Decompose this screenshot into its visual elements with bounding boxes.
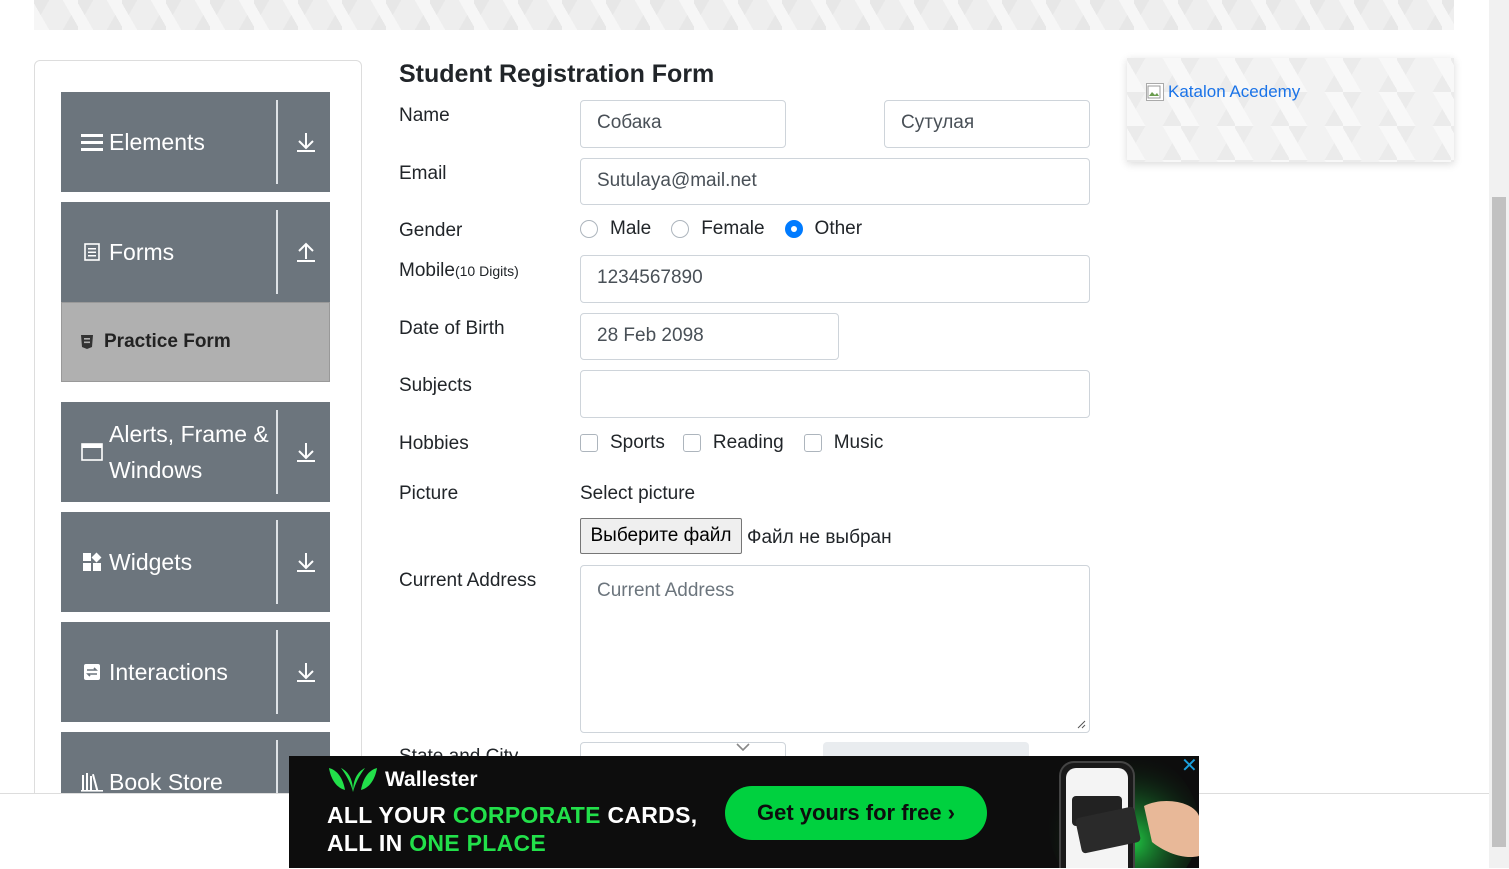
katalon-ad-image[interactable]: Katalon Acedemy: [1146, 82, 1300, 102]
gender-male-radio[interactable]: [580, 220, 598, 238]
close-icon[interactable]: ✕: [1181, 756, 1198, 776]
hobbies-label: Hobbies: [399, 433, 469, 454]
ad-text: CARDS,: [600, 802, 698, 828]
window-icon: [81, 441, 103, 463]
vertical-scrollbar[interactable]: [1489, 0, 1509, 868]
current-address-label: Current Address: [399, 570, 537, 591]
divider: [276, 630, 278, 714]
ad-headline-line2: ALL IN ONE PLACE: [327, 830, 546, 857]
side-ad-banner[interactable]: Katalon Acedemy: [1127, 58, 1454, 162]
hobby-music-checkbox[interactable]: [803, 434, 822, 452]
ad-text: ALL IN: [327, 830, 410, 856]
gender-female-label[interactable]: Female: [701, 218, 764, 240]
hobby-sports-checkbox[interactable]: [580, 434, 598, 452]
hobbies-checkbox-group: Sports Reading Music: [580, 432, 883, 454]
current-address-placeholder: Current Address: [597, 580, 735, 601]
sidebar-group-label: Alerts, Frame & Windows: [109, 421, 269, 483]
arrow-down-icon[interactable]: [294, 440, 318, 464]
sidebar-group-label: Elements: [109, 129, 205, 155]
sidebar-group-label: Interactions: [109, 659, 228, 685]
ad-cta-button[interactable]: Get yours for free ›: [725, 786, 987, 840]
sidebar-group-forms[interactable]: Forms: [61, 202, 330, 302]
select-picture-label: Select picture: [580, 483, 696, 504]
choose-file-button[interactable]: Выберите файл: [580, 518, 742, 554]
sidebar-group-elements[interactable]: Elements: [61, 92, 330, 192]
email-input[interactable]: Sutulaya@mail.net: [580, 158, 1090, 205]
ad-headline-line1: ALL YOUR CORPORATE CARDS,: [327, 802, 697, 829]
divider: [276, 410, 278, 494]
hobby-sports-label[interactable]: Sports: [610, 432, 665, 454]
interactions-icon: [81, 661, 103, 683]
divider: [276, 520, 278, 604]
subjects-label: Subjects: [399, 375, 472, 396]
sidebar-group-alerts[interactable]: Alerts, Frame & Windows: [61, 402, 330, 502]
sidebar: Elements Forms Practice Form Alerts, Fra…: [34, 60, 362, 822]
chevron-down-icon: [736, 743, 750, 752]
mobile-input[interactable]: 1234567890: [580, 255, 1090, 303]
katalon-ad-alt-text[interactable]: Katalon Acedemy: [1168, 82, 1300, 102]
books-icon: [81, 771, 103, 793]
gender-female-radio[interactable]: [671, 220, 690, 238]
ad-brand-name: Wallester: [385, 768, 478, 791]
file-status-text: Файл не выбран: [747, 527, 892, 548]
sidebar-item-label: Practice Form: [104, 331, 231, 352]
widgets-icon: [81, 551, 103, 573]
arrow-up-icon[interactable]: [294, 240, 318, 264]
mobile-hint: (10 Digits): [454, 263, 519, 279]
broken-image-icon: [1146, 83, 1164, 101]
wallester-ad-banner[interactable]: Wallester ALL YOUR CORPORATE CARDS, ALL …: [289, 756, 1199, 868]
dob-input[interactable]: 28 Feb 2098: [580, 313, 839, 360]
wallester-logo-icon: [329, 768, 377, 792]
ad-highlight: ONE PLACE: [409, 830, 547, 856]
scrollbar-thumb[interactable]: [1492, 197, 1506, 847]
sidebar-group-widgets[interactable]: Widgets: [61, 512, 330, 612]
gender-male-label[interactable]: Male: [610, 218, 651, 240]
ad-text: ALL YOUR: [327, 802, 453, 828]
current-address-textarea[interactable]: Current Address: [580, 565, 1090, 733]
first-name-input[interactable]: Собака: [580, 100, 786, 148]
hobby-music-label[interactable]: Music: [834, 432, 884, 454]
form-title: Student Registration Form: [399, 60, 715, 88]
top-banner: [34, 0, 1454, 30]
sidebar-group-interactions[interactable]: Interactions: [61, 622, 330, 722]
resize-grip-icon[interactable]: [1076, 719, 1086, 729]
name-label: Name: [399, 105, 450, 126]
divider: [276, 210, 278, 294]
email-label: Email: [399, 163, 447, 184]
hamburger-icon: [81, 131, 103, 153]
gender-other-radio[interactable]: [784, 220, 803, 238]
gender-other-label[interactable]: Other: [815, 218, 863, 240]
arrow-down-icon[interactable]: [294, 550, 318, 574]
gender-label: Gender: [399, 220, 463, 241]
hobby-reading-label[interactable]: Reading: [713, 432, 784, 454]
gender-radio-group: Male Female Other: [580, 218, 862, 240]
dob-label: Date of Birth: [399, 318, 505, 339]
sidebar-group-label: Widgets: [109, 549, 193, 575]
subjects-input[interactable]: [580, 370, 1090, 418]
sidebar-item-practice-form[interactable]: Practice Form: [61, 302, 330, 382]
picture-label: Picture: [399, 483, 459, 504]
last-name-input[interactable]: Сутулая: [884, 100, 1090, 148]
arrow-down-icon[interactable]: [294, 660, 318, 684]
ad-highlight: CORPORATE: [452, 802, 601, 828]
sidebar-group-label: Forms: [109, 239, 175, 265]
mobile-label-text: Mobile: [399, 260, 455, 281]
divider: [276, 100, 278, 184]
document-icon: [81, 241, 103, 263]
mobile-label: Mobile(10 Digits): [399, 260, 519, 282]
arrow-down-icon[interactable]: [294, 130, 318, 154]
html5-icon: [80, 334, 94, 350]
hobby-reading-checkbox[interactable]: [682, 434, 701, 452]
phone-cards-image: [1049, 756, 1199, 868]
